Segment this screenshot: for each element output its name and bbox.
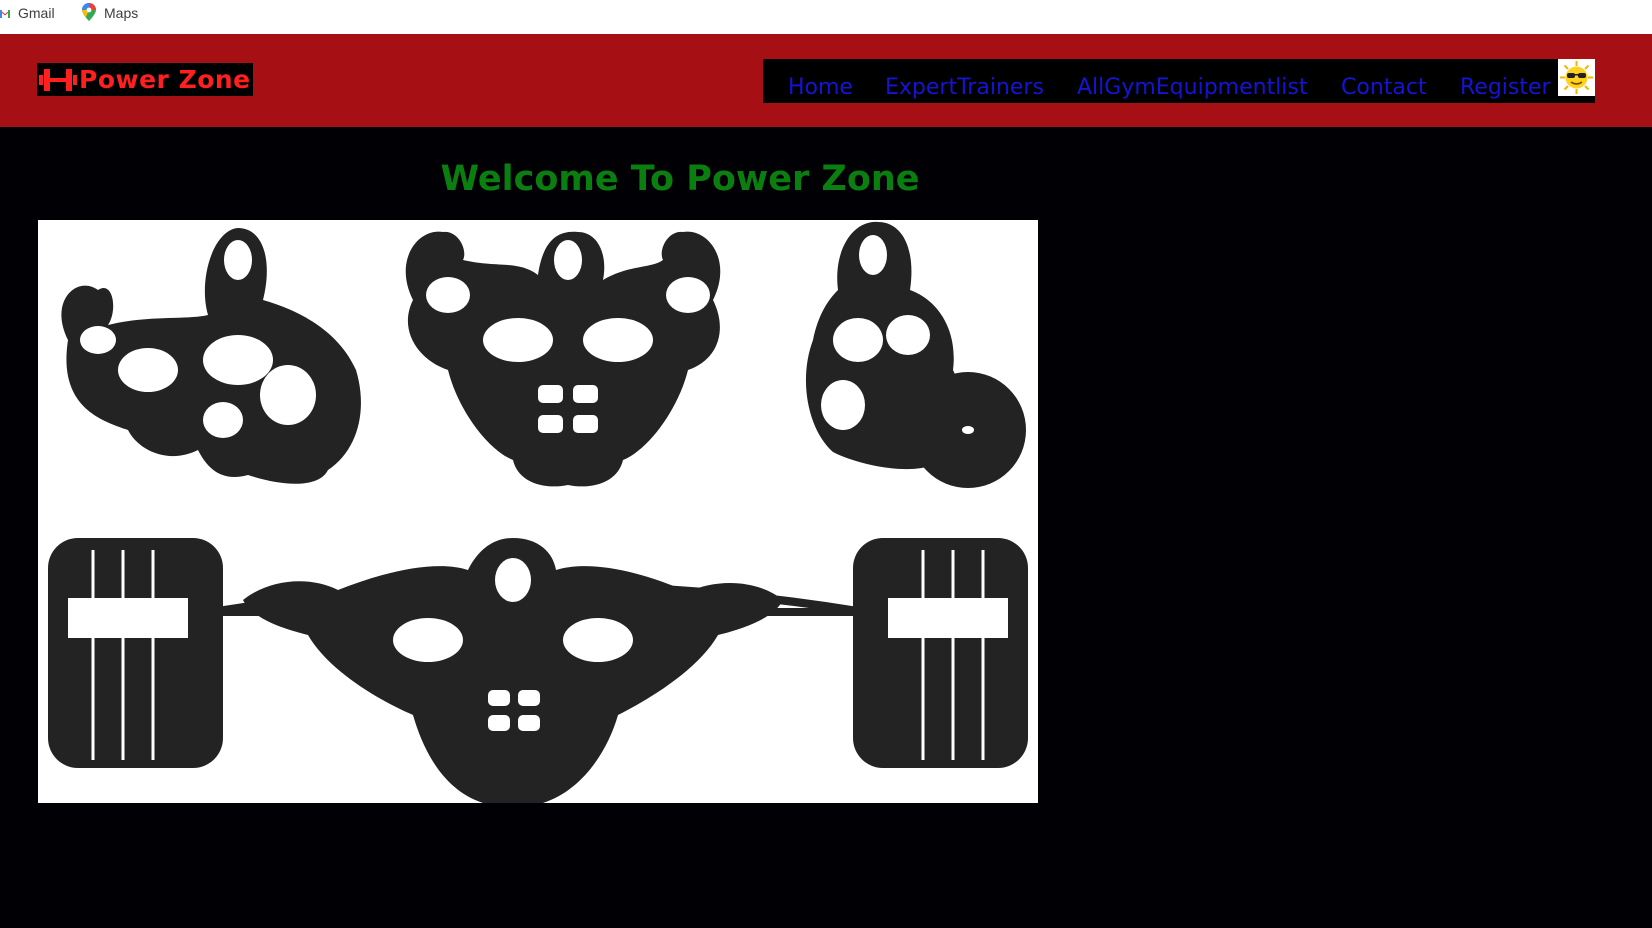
site-logo[interactable]: Power Zone xyxy=(37,63,253,96)
nav-all-gym-equipment-list[interactable]: AllGymEquipmentlist xyxy=(1077,73,1308,103)
main-nav: Home ExpertTrainers AllGymEquipmentlist … xyxy=(763,59,1595,103)
nav-contact[interactable]: Contact xyxy=(1341,73,1427,103)
bookmark-gmail[interactable]: Gmail xyxy=(0,0,55,26)
bookmarks-bar: Gmail Maps xyxy=(0,0,1652,34)
nav-register[interactable]: Register xyxy=(1460,73,1551,103)
hero-image xyxy=(38,220,1038,803)
page-title: Welcome To Power Zone xyxy=(440,159,920,199)
maps-pin-icon xyxy=(82,2,96,24)
bodybuilders-illustration xyxy=(38,220,1038,803)
logo-text: Power Zone xyxy=(79,65,251,94)
bookmark-gmail-label: Gmail xyxy=(18,5,55,21)
site-header: Power Zone Home ExpertTrainers AllGymEqu… xyxy=(0,34,1652,127)
sunglasses-sun-icon xyxy=(1560,61,1593,94)
dumbbell-icon xyxy=(39,68,77,91)
gmail-icon xyxy=(0,5,10,21)
nav-expert-trainers[interactable]: ExpertTrainers xyxy=(885,73,1044,103)
avatar[interactable] xyxy=(1558,59,1595,96)
bookmark-maps-label: Maps xyxy=(104,5,139,21)
nav-home[interactable]: Home xyxy=(788,73,853,103)
bookmark-maps[interactable]: Maps xyxy=(82,0,138,26)
